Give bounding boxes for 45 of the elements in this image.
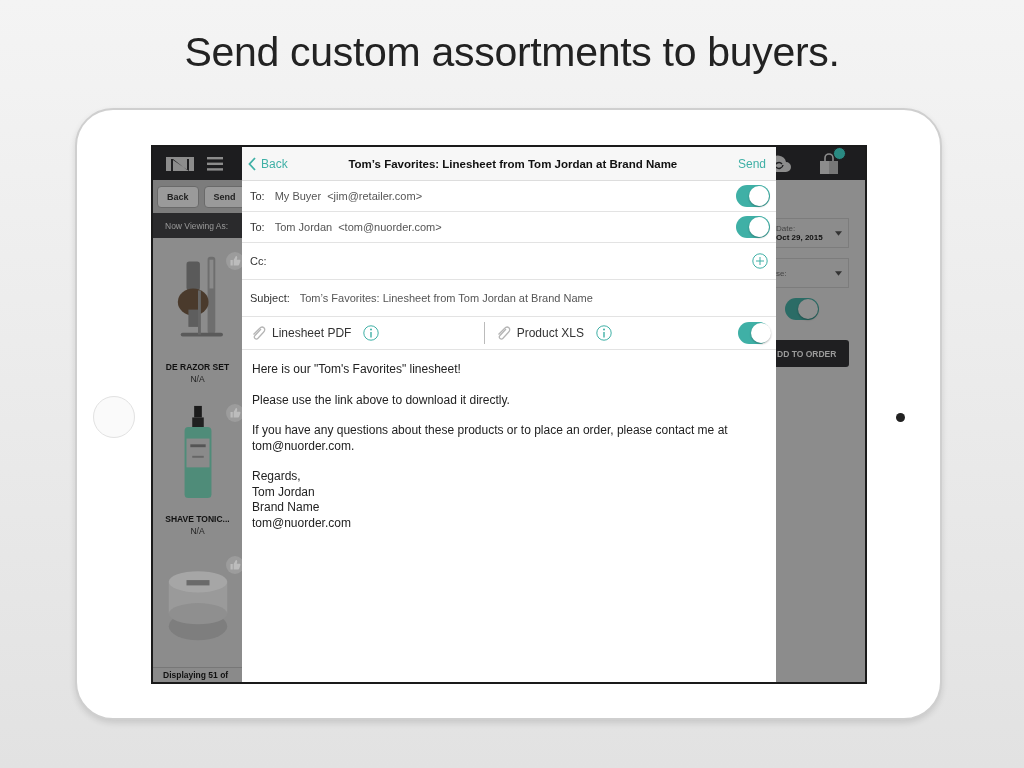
menu-icon[interactable] — [207, 156, 223, 171]
caret-icon — [835, 230, 842, 236]
date-dropdown[interactable]: Date: Oct 29, 2015 — [776, 218, 849, 248]
shopping-bag-icon[interactable] — [818, 152, 840, 175]
field-label: se: — [776, 268, 787, 278]
toggle-switch[interactable] — [736, 216, 770, 238]
back-chevron-icon — [248, 156, 256, 171]
subject-label: Subject: — [250, 292, 290, 304]
attachment-name: Product XLS — [516, 326, 584, 340]
recipient-name: Tom Jordan — [274, 221, 333, 233]
recipient-name: My Buyer — [274, 190, 322, 202]
toggle-switch[interactable] — [738, 322, 770, 344]
dropdown-field[interactable]: se: — [776, 258, 849, 288]
add-to-order-button[interactable]: DD TO ORDER — [776, 340, 849, 367]
email-title: Tom’s Favorites: Linesheet from Tom Jordan at Brand Name — [347, 157, 679, 170]
info-icon[interactable] — [363, 325, 380, 341]
message-paragraph: Please use the link above to download it directly. — [252, 392, 511, 408]
subject-value: Tom’s Favorites: Linesheet from Tom Jordan at Brand Name — [299, 292, 593, 304]
cc-label: Cc: — [250, 255, 267, 267]
to-label: To: — [250, 221, 265, 233]
toggle-switch[interactable] — [785, 298, 819, 320]
logo-icon — [165, 155, 195, 172]
recipient-email: <jim@retailer.com> — [327, 190, 423, 202]
viewing-label: Now Viewing As: — [165, 220, 229, 231]
headline: Send custom assortments to buyers. — [183, 27, 841, 77]
product-price: N/A — [190, 374, 205, 384]
message-paragraph: If you have any questions about these products or to place an order, please contact me at tom@nuorder.com. — [252, 423, 729, 454]
message-paragraph: Here is our "Tom's Favorites" linesheet! — [252, 362, 462, 378]
to-label: To: — [250, 190, 265, 202]
info-icon[interactable] — [596, 325, 612, 341]
display-count: Displaying 51 of — [163, 670, 229, 680]
attachment-name: Linesheet PDF — [272, 326, 352, 340]
message-paragraph: Regards, Tom Jordan Brand Name tom@nuorder.com — [252, 469, 352, 531]
date-value: Oct 29, 2015 — [776, 233, 823, 242]
toolbar-button[interactable]: Back — [157, 185, 199, 208]
toggle-switch[interactable] — [736, 185, 770, 207]
recipient-email: <tom@nuorder.com> — [338, 221, 442, 233]
product-name: SHAVE TONIC... — [165, 514, 230, 524]
toolbar-button[interactable]: Send — [203, 185, 242, 208]
caret-icon — [835, 270, 842, 276]
date-label: Date: — [776, 224, 797, 233]
add-icon[interactable] — [752, 253, 768, 269]
product-price: N/A — [190, 526, 205, 536]
product-name: DE RAZOR SET — [165, 362, 230, 372]
camera-icon — [896, 412, 905, 422]
